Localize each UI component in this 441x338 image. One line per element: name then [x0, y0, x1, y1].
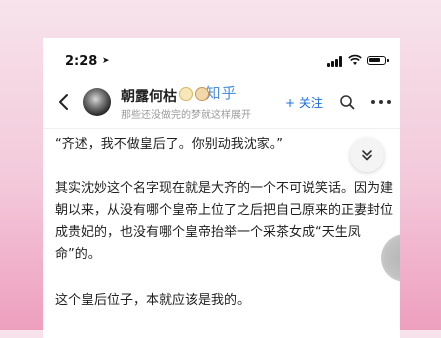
back-icon[interactable] [57, 92, 71, 112]
answer-header: 朝露何枯 那些还没做完的梦就这样展开 + 关注 [43, 82, 400, 126]
chevron-double-down-icon [362, 150, 372, 161]
paragraph: “齐述，我不做皇后了。你别动我沈家。” [55, 137, 283, 152]
paragraph: 其实沈妙这个名字现在就是大齐的一个不可说笑话。因为建朝以来，从没有哪个皇帝上位了… [55, 181, 394, 262]
more-icon[interactable] [371, 100, 391, 106]
badge-icon [179, 87, 193, 101]
phone-screen: 2:28 ➤ 知乎 朝露何枯 那些还没做完的梦就这样展开 + 关注 “齐述，我不… [43, 38, 400, 338]
medal-icon [195, 87, 209, 101]
status-time: 2:28 [65, 54, 98, 69]
status-bar: 2:28 ➤ [43, 50, 400, 72]
signal-icon [327, 56, 343, 67]
author-name[interactable]: 朝露何枯 [121, 86, 177, 106]
paragraph: 这个皇后位子，本就应该是我的。 [55, 293, 251, 308]
divider [43, 128, 400, 129]
search-icon[interactable] [339, 94, 355, 110]
battery-icon [367, 56, 389, 65]
collapse-button[interactable] [350, 138, 384, 172]
wifi-icon [348, 54, 362, 65]
avatar[interactable] [83, 88, 111, 116]
location-arrow-icon: ➤ [102, 56, 110, 66]
follow-button[interactable]: + 关注 [285, 94, 323, 111]
author-bio: 那些还没做完的梦就这样展开 [121, 110, 251, 121]
